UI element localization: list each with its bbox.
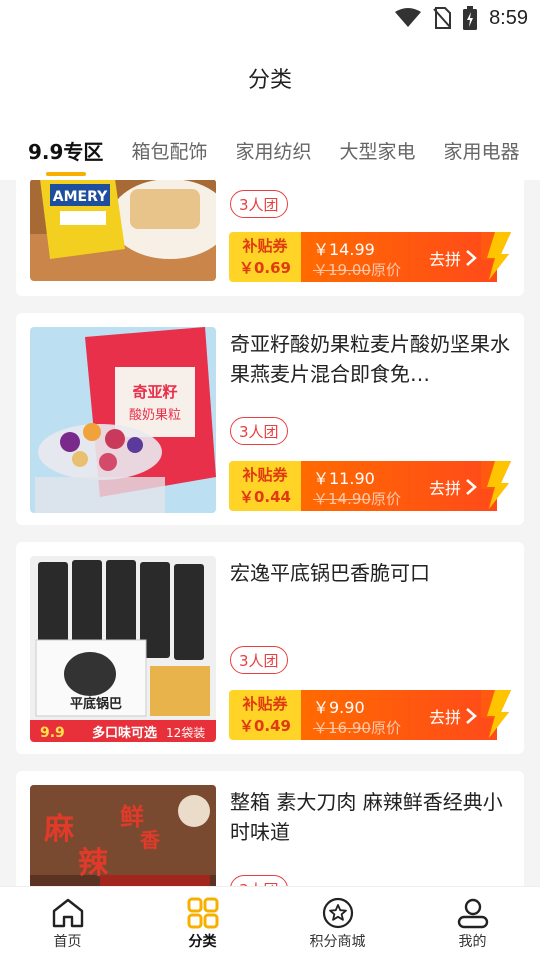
join-group-button[interactable]: 去拼 xyxy=(429,246,477,270)
subsidy-label: 补贴券 xyxy=(242,695,288,713)
product-image: 奇亚籽 酸奶果粒 xyxy=(30,327,216,513)
tab-home-appliances[interactable]: 家用电器 xyxy=(443,120,519,180)
svg-text:麻: 麻 xyxy=(44,812,75,847)
subsidy-coupon: 补贴券 ￥0.44 xyxy=(229,461,301,511)
subsidy-label: 补贴券 xyxy=(242,237,288,255)
grid-icon xyxy=(187,897,218,928)
svg-text:AMERY: AMERY xyxy=(53,189,108,205)
chevron-right-icon xyxy=(466,708,477,724)
wifi-icon xyxy=(395,8,422,27)
subsidy-coupon: 补贴券 ￥0.49 xyxy=(229,690,301,740)
product-image: 麻 辣 鲜 香 xyxy=(30,785,216,886)
product-name[interactable]: 奇亚籽酸奶果粒麦片酸奶坚果水果燕麦片混合即食免… xyxy=(230,329,510,389)
nav-label: 积分商城 xyxy=(309,933,366,950)
original-price: ￥14.90原价 xyxy=(313,490,401,508)
original-price: ￥16.90原价 xyxy=(313,719,401,737)
product-name[interactable]: 宏逸平底锅巴香脆可口 xyxy=(230,558,510,618)
current-price: ￥9.90 xyxy=(313,698,365,717)
product-image-art: 奇亚籽 酸奶果粒 xyxy=(30,327,216,513)
nav-points-mall[interactable]: 积分商城 xyxy=(270,887,405,960)
lightning-icon xyxy=(481,461,511,511)
product-card[interactable]: AMERY 3人团 补贴券 ￥0.69 ￥14.99 ￥19.00原价 去拼 xyxy=(16,180,524,296)
svg-text:鲜: 鲜 xyxy=(120,802,144,831)
tab-bags-accessories[interactable]: 箱包配饰 xyxy=(131,120,207,180)
product-card[interactable]: 平底锅巴 9.9 多口味可选 12袋装 宏逸平底锅巴香脆可口 3人团 补贴券 ￥… xyxy=(16,542,524,754)
product-image-art: 麻 辣 鲜 香 xyxy=(30,785,216,886)
product-list: AMERY 3人团 补贴券 ￥0.69 ￥14.99 ￥19.00原价 去拼 奇… xyxy=(0,180,540,886)
group-buy-badge: 3人团 xyxy=(230,875,288,886)
battery-charging-icon xyxy=(463,6,478,30)
svg-text:12袋装: 12袋装 xyxy=(166,726,205,740)
tab-home-textiles[interactable]: 家用纺织 xyxy=(235,120,311,180)
price-box: ￥11.90 ￥14.90原价 去拼 xyxy=(301,461,497,511)
nav-label: 分类 xyxy=(188,933,217,950)
product-image: AMERY xyxy=(30,180,216,281)
nav-label: 首页 xyxy=(53,933,82,950)
title-bar: 分类 xyxy=(0,36,540,120)
nav-label: 我的 xyxy=(458,933,487,950)
user-icon xyxy=(457,898,488,928)
buy-bar[interactable]: 补贴券 ￥0.69 ￥14.99 ￥19.00原价 去拼 xyxy=(229,232,511,282)
subsidy-amount: ￥0.49 xyxy=(238,717,291,735)
lightning-icon xyxy=(481,690,511,740)
product-image-art: AMERY xyxy=(30,180,216,281)
subsidy-label: 补贴券 xyxy=(242,466,288,484)
subsidy-amount: ￥0.44 xyxy=(238,488,291,506)
current-price: ￥11.90 xyxy=(313,469,375,488)
svg-text:奇亚籽: 奇亚籽 xyxy=(132,383,177,401)
subsidy-amount: ￥0.69 xyxy=(238,259,291,277)
nav-mine[interactable]: 我的 xyxy=(405,887,540,960)
svg-text:酸奶果粒: 酸奶果粒 xyxy=(129,408,181,423)
product-image: 平底锅巴 9.9 多口味可选 12袋装 xyxy=(30,556,216,742)
bottom-nav: 首页 分类 积分商城 我的 xyxy=(0,886,540,960)
original-price: ￥19.00原价 xyxy=(313,261,401,279)
page-title: 分类 xyxy=(247,68,292,93)
nav-home[interactable]: 首页 xyxy=(0,887,135,960)
tab-9-9-zone[interactable]: 9.9专区 xyxy=(28,120,103,180)
tab-large-appliances[interactable]: 大型家电 xyxy=(339,120,415,180)
svg-text:香: 香 xyxy=(140,828,161,852)
price-box: ￥9.90 ￥16.90原价 去拼 xyxy=(301,690,497,740)
no-sim-icon xyxy=(433,7,452,29)
svg-text:多口味可选: 多口味可选 xyxy=(92,725,157,741)
svg-text:9.9: 9.9 xyxy=(40,725,65,741)
nav-category[interactable]: 分类 xyxy=(135,887,270,960)
home-icon xyxy=(52,898,83,927)
product-card[interactable]: 奇亚籽 酸奶果粒 奇亚籽酸奶果粒麦片酸奶坚果水果燕麦片混合即食免… 3人团 补贴… xyxy=(16,313,524,525)
status-time: 8:59 xyxy=(489,6,528,29)
status-bar: 8:59 xyxy=(0,0,540,36)
product-card[interactable]: 麻 辣 鲜 香 整箱 素大刀肉 麻辣鲜香经典小时味道 3人团 xyxy=(16,771,524,886)
join-group-button[interactable]: 去拼 xyxy=(429,475,477,499)
category-tabs: 9.9专区 箱包配饰 家用纺织 大型家电 家用电器 xyxy=(0,120,540,180)
group-buy-badge: 3人团 xyxy=(230,417,288,445)
group-buy-badge: 3人团 xyxy=(230,646,288,674)
product-image-art: 平底锅巴 9.9 多口味可选 12袋装 xyxy=(30,556,216,742)
buy-bar[interactable]: 补贴券 ￥0.49 ￥9.90 ￥16.90原价 去拼 xyxy=(229,690,511,740)
price-box: ￥14.99 ￥19.00原价 去拼 xyxy=(301,232,497,282)
product-name[interactable]: 整箱 素大刀肉 麻辣鲜香经典小时味道 xyxy=(230,787,510,847)
subsidy-coupon: 补贴券 ￥0.69 xyxy=(229,232,301,282)
lightning-icon xyxy=(481,232,511,282)
join-group-button[interactable]: 去拼 xyxy=(429,704,477,728)
star-icon xyxy=(322,897,353,928)
group-buy-badge: 3人团 xyxy=(230,190,288,218)
buy-bar[interactable]: 补贴券 ￥0.44 ￥11.90 ￥14.90原价 去拼 xyxy=(229,461,511,511)
current-price: ￥14.99 xyxy=(313,240,375,259)
chevron-right-icon xyxy=(466,479,477,495)
chevron-right-icon xyxy=(466,250,477,266)
svg-text:平底锅巴: 平底锅巴 xyxy=(70,696,122,712)
